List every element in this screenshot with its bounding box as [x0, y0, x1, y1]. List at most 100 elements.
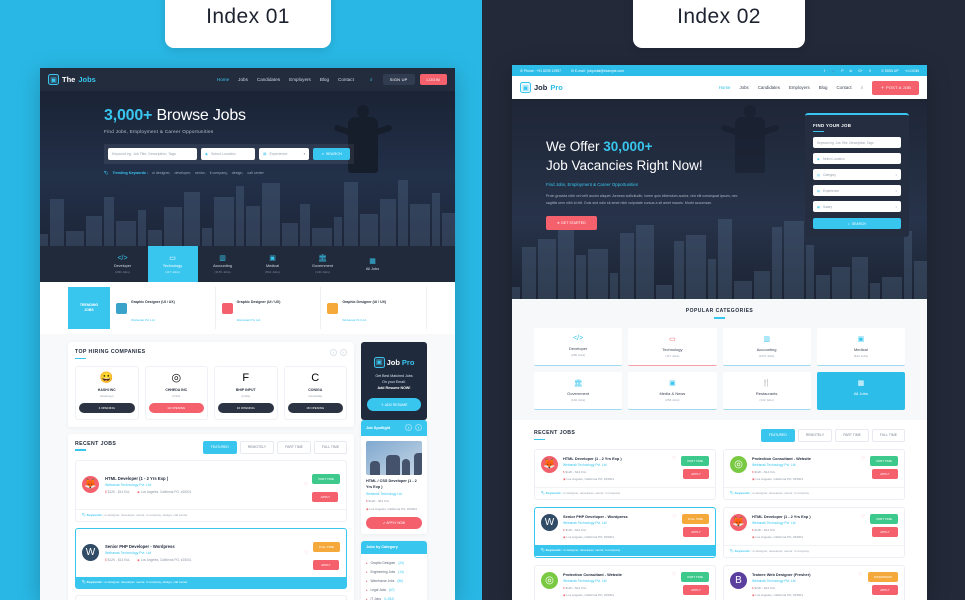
findbox-field[interactable]: ▤ Experience ▾	[813, 185, 901, 196]
pinterest-icon[interactable]: P	[841, 69, 843, 73]
company-card[interactable]: C CONIGA (Australia) 18 OPENING	[283, 366, 347, 420]
category-tile-technology[interactable]: ▭ Technology (117 Jobs)	[628, 327, 717, 366]
job-card[interactable]: 🦊 HTML Developer (1 - 2 Yrs Exp ) Webanak …	[75, 459, 347, 522]
apply-button[interactable]: APPLY	[683, 468, 709, 479]
google-plus-icon[interactable]: G+	[858, 69, 863, 73]
index-01-preview[interactable]: ▣ The Jobs Home Jobs Candidates Employers…	[40, 68, 455, 600]
category-tile-government[interactable]: 🏛 Government (140 Jobs)	[534, 371, 623, 410]
apply-button[interactable]: APPLY	[683, 584, 709, 595]
job-card[interactable]: 🦊 HTML Developer (1 - 2 Yrs Exp ) Webanak …	[723, 506, 905, 558]
company-card[interactable]: F BHIP INPUT (India) 16 OPENING	[214, 366, 278, 420]
job-card[interactable]: W Senior PHP Developer - Wordpress Webanak…	[534, 506, 716, 558]
nav-item-home[interactable]: Home	[719, 85, 731, 90]
job-tab-part-time[interactable]: PART TIME	[835, 428, 869, 442]
favorite-heart-icon[interactable]: ♡	[304, 482, 308, 488]
favorite-heart-icon[interactable]: ♡	[672, 456, 676, 462]
category-link[interactable]: ▸ Graphic Designer (24)	[366, 559, 422, 568]
trending-kw-4[interactable]: design,	[232, 171, 244, 175]
category-tile-medical[interactable]: ▣ Medical (812 Jobs)	[816, 327, 905, 366]
signup-button[interactable]: SIGN UP	[382, 74, 415, 85]
trending-kw-1[interactable]: developer,	[175, 171, 192, 175]
category-tile-all-jobs[interactable]: ▦ All Jobs	[816, 371, 905, 410]
category-tile-medical[interactable]: ▣ Medical (812 Jobs)	[248, 246, 298, 282]
findbox-field[interactable]: ◉ Select Location	[813, 153, 901, 164]
apply-button[interactable]: APPLY	[312, 491, 339, 502]
nav-item-employers[interactable]: Employers	[289, 77, 311, 82]
apply-button[interactable]: APPLY	[872, 468, 898, 479]
search-location-input[interactable]: ◉ Select Location	[200, 148, 256, 160]
search-icon[interactable]: ⌕	[861, 85, 864, 91]
nav-item-jobs[interactable]: Jobs	[739, 85, 748, 90]
company-card[interactable]: ◎ CHHEDA INC (USA) 10 OPENING	[144, 366, 208, 420]
trending-job-item[interactable]: Graphic Designer (UI / UX) Webanak Pvt Lt…	[321, 287, 428, 329]
job-card[interactable]: ◎ Protection Consultant - Website Webanak …	[723, 448, 905, 500]
job-card[interactable]: ◎ Protection Consultant - Website Webanak …	[534, 564, 716, 600]
job-tab-remotely[interactable]: REMOTELY	[239, 440, 275, 454]
add-resume-button[interactable]: ＋ ADD RESUME	[367, 397, 421, 411]
company-card[interactable]: 😀 HASHI INC (Hackney) 4 OPENING	[75, 366, 139, 420]
nav-item-blog[interactable]: Blog	[320, 77, 329, 82]
category-tile-government[interactable]: 🏛 Government (140 Jobs)	[298, 246, 348, 282]
trending-kw-5[interactable]: call center	[247, 171, 263, 175]
job-tab-full-time[interactable]: FULL TIME	[313, 440, 347, 454]
nav-item-contact[interactable]: Contact	[836, 85, 851, 90]
facebook-icon[interactable]: f	[824, 69, 825, 73]
company-openings-button[interactable]: 18 OPENING	[287, 402, 343, 413]
job-tab-remotely[interactable]: REMOTELY	[797, 428, 833, 442]
job-card[interactable]: ◎Child Protection Consultant - Website D…	[75, 594, 347, 600]
search-icon[interactable]: ⌕	[370, 77, 373, 83]
site2-logo[interactable]: ▣ Job Pro	[520, 82, 563, 93]
nav-item-jobs[interactable]: Jobs	[238, 77, 248, 82]
job-tab-featured[interactable]: FEATURED	[202, 440, 237, 454]
apply-button[interactable]: APPLY	[872, 526, 898, 537]
category-tile-developer[interactable]: </> Developer (290 Jobs)	[534, 327, 623, 366]
category-link[interactable]: ▸ Legal Jobs (67)	[366, 586, 422, 595]
nav-item-candidates[interactable]: Candidates	[758, 85, 780, 90]
linkedin-icon[interactable]: in	[850, 69, 853, 73]
favorite-heart-icon[interactable]: ♡	[304, 550, 308, 556]
post-job-button[interactable]: ＋ POST A JOB	[872, 80, 919, 95]
twitter-icon[interactable]: 🐦	[831, 69, 835, 73]
nav-item-candidates[interactable]: Candidates	[257, 77, 280, 82]
vimeo-icon[interactable]: V	[869, 69, 871, 73]
findbox-field[interactable]: Keyword eg. Job Title, Description, Tags	[813, 137, 901, 148]
next-arrow-icon[interactable]: ›	[340, 349, 347, 356]
index-02-preview[interactable]: ✆ Phone : +91 8239 12957 ✉ E-mail : jobp…	[512, 65, 927, 600]
apply-button[interactable]: APPLY	[312, 559, 339, 570]
favorite-heart-icon[interactable]: ♡	[861, 456, 865, 462]
search-experience-select[interactable]: ▤ Experience ▾	[259, 148, 310, 160]
category-tile-all-jobs[interactable]: ▦ All Jobs	[348, 246, 398, 282]
nav-item-home[interactable]: Home	[217, 77, 229, 82]
category-tile-accounting[interactable]: ▥ Accounting (1170 Jobs)	[198, 246, 248, 282]
company-openings-button[interactable]: 16 OPENING	[218, 402, 274, 413]
category-tile-technology[interactable]: ▭ Technology (117 Jobs)	[147, 246, 198, 282]
category-tile-accounting[interactable]: ▥ Accounting (1170 Jobs)	[722, 327, 811, 366]
category-tile-media-news[interactable]: ▣ Media & News (256 Jobs)	[628, 371, 717, 410]
findbox-field[interactable]: ▦ Salary ▾	[813, 201, 901, 212]
category-link[interactable]: ▸ IT Jobs (1,254)	[366, 595, 422, 600]
apply-button[interactable]: APPLY	[683, 526, 709, 537]
job-tab-featured[interactable]: FEATURED	[760, 428, 795, 442]
get-started-button[interactable]: ➤ GET STARTED	[546, 216, 597, 231]
trending-kw-3[interactable]: it company,	[210, 171, 228, 175]
nav-item-blog[interactable]: Blog	[819, 85, 828, 90]
prev-arrow-icon[interactable]: ‹	[330, 349, 337, 356]
category-link[interactable]: ▸ Warehouse Jobs (56)	[366, 577, 422, 586]
job-card[interactable]: B Trainee Web Designer (Fresher) Webanak T…	[723, 564, 905, 600]
findbox-field[interactable]: ▥ Category ▾	[813, 169, 901, 180]
company-openings-button[interactable]: 4 OPENING	[79, 402, 135, 413]
job-card[interactable]: 🦊 HTML Developer (1 - 2 Yrs Exp ) Webanak …	[534, 448, 716, 500]
login-button[interactable]: LOGIN	[419, 74, 447, 85]
job-card[interactable]: W Senior PHP Developer - Wordpress Webanak…	[75, 527, 347, 589]
trending-kw-2[interactable]: senior,	[195, 171, 206, 175]
trending-job-item[interactable]: Graphic Designer (UI / UX) Webanak Pvt Lt…	[110, 287, 216, 329]
favorite-heart-icon[interactable]: ♡	[672, 514, 676, 520]
prev-arrow-icon[interactable]: ‹	[405, 424, 412, 432]
search-button[interactable]: ⌕ SEARCH	[313, 148, 350, 160]
job-tab-part-time[interactable]: PART TIME	[277, 440, 311, 454]
nav-item-employers[interactable]: Employers	[789, 85, 810, 90]
category-tile-restaurants[interactable]: 🍴 Restaurants (132 Jobs)	[722, 371, 811, 410]
apply-button[interactable]: APPLY	[872, 584, 898, 595]
category-link[interactable]: ▸ Engineering Jobs (14)	[366, 568, 422, 577]
trending-kw-0[interactable]: ui designer,	[152, 171, 170, 175]
